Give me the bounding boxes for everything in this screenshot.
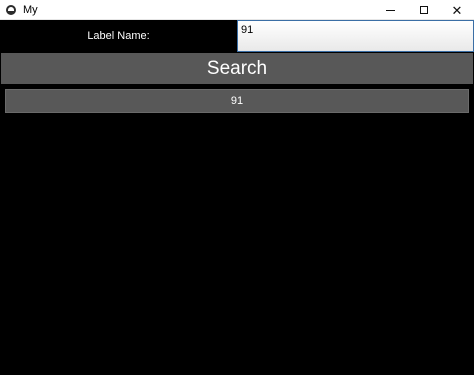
result-item[interactable]: 91 <box>5 89 469 113</box>
window-controls: ✕ <box>374 0 474 20</box>
window-title: My <box>23 3 38 16</box>
close-button[interactable]: ✕ <box>440 0 474 20</box>
app-icon <box>6 4 16 15</box>
title-bar[interactable]: My ✕ <box>0 0 474 20</box>
minimize-button[interactable] <box>374 0 407 20</box>
close-icon: ✕ <box>451 2 463 18</box>
label-name: Label Name: <box>87 30 150 42</box>
app-window: My ✕ Label Name: 91 Search 91 <box>0 0 474 375</box>
maximize-icon <box>419 6 428 14</box>
search-button[interactable]: Search <box>1 53 473 84</box>
label-input[interactable]: 91 <box>237 20 474 52</box>
minimize-icon <box>386 9 395 11</box>
label-row: Label Name: 91 <box>0 20 474 52</box>
maximize-button[interactable] <box>407 0 440 20</box>
